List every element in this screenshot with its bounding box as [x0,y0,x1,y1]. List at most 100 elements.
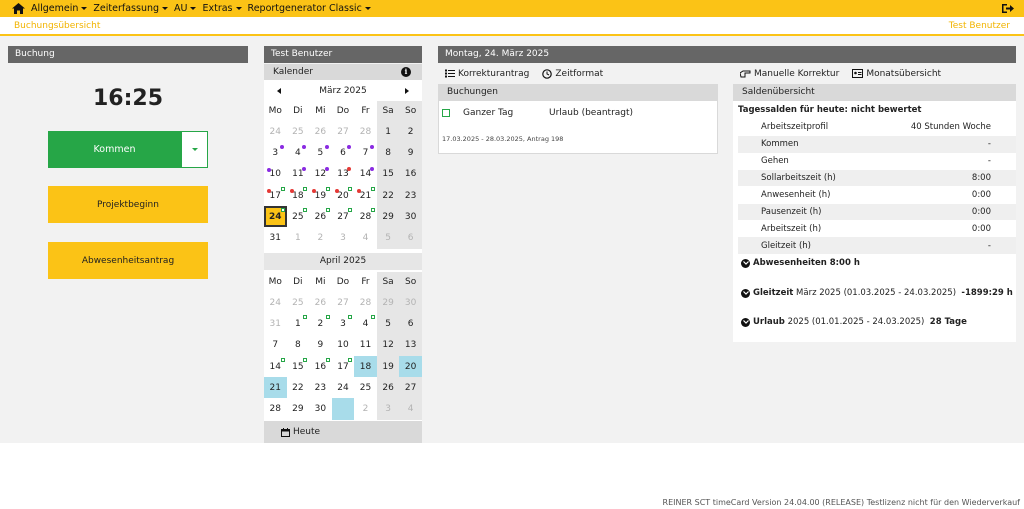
calendar-day[interactable]: 23 [399,184,422,207]
calendar-day[interactable]: 21 [264,377,287,399]
manuelle-korrektur-button[interactable]: Manuelle Korrektur [740,69,839,79]
calendar-day[interactable]: 29 [376,292,400,314]
calendar-day[interactable]: 3 [376,398,400,420]
current-user-link[interactable]: Test Benutzer [949,21,1010,31]
calendar-day[interactable]: 6 [399,227,422,249]
prev-month-icon[interactable] [277,87,281,94]
calendar-day[interactable]: 15 [287,356,310,377]
next-month-icon[interactable] [404,87,409,94]
calendar-day[interactable]: 16 [309,356,332,377]
projektbeginn-button[interactable]: Projektbeginn [48,186,208,223]
calendar-day[interactable]: 3 [264,142,287,163]
calendar-day[interactable]: 20 [399,355,422,378]
calendar-day[interactable]: 6 [332,142,355,163]
abwesenheitsantrag-button[interactable]: Abwesenheitsantrag [48,242,208,279]
menu-allgemein[interactable]: Allgemein [31,3,88,14]
menu-zeiterfassung[interactable]: Zeiterfassung [93,3,169,14]
calendar-day[interactable]: 25 [287,292,310,313]
calendar-day[interactable]: 14 [354,164,377,185]
calendar-day[interactable]: 27 [332,206,355,227]
calendar-day[interactable]: 8 [287,335,310,356]
urlaub-expander[interactable]: Urlaub 2025 (01.01.2025 - 24.03.2025) 28… [741,317,967,327]
calendar-day[interactable]: 30 [309,398,332,419]
calendar-day[interactable]: 13 [399,334,422,356]
calendar-day[interactable]: 27 [332,121,355,142]
calendar-day[interactable]: 4 [399,398,422,420]
calendar-day[interactable]: 28 [354,121,377,142]
calendar-day[interactable]: 25 [287,121,310,142]
calendar-day[interactable]: 5 [376,227,400,249]
calendar-day[interactable]: 26 [309,292,332,313]
calendar-day[interactable]: 21 [354,185,377,206]
calendar-day[interactable]: 12 [309,164,332,185]
calendar-day[interactable]: 16 [399,163,422,185]
calendar-day[interactable]: 26 [376,377,400,399]
calendar-day[interactable]: 24 [264,292,287,313]
kommen-button[interactable]: Kommen [48,131,181,168]
kommen-dropdown-toggle[interactable] [181,131,208,168]
calendar-day[interactable]: 30 [399,206,422,228]
calendar-day[interactable]: 22 [376,184,400,207]
calendar-day[interactable]: 15 [376,163,400,185]
calendar-day[interactable]: 29 [376,206,400,228]
calendar-day[interactable]: 18 [287,185,310,206]
calendar-day[interactable]: 4 [354,227,377,248]
calendar-day[interactable]: 24 [264,121,287,142]
calendar-day[interactable]: 26 [309,206,332,227]
gleitzeit-expander[interactable]: Gleitzeit März 2025 (01.03.2025 - 24.03.… [741,288,1013,298]
korrekturantrag-button[interactable]: Korrekturantrag [445,69,529,79]
calendar-day[interactable]: 2 [354,398,377,419]
calendar-day[interactable]: 20 [332,185,355,206]
calendar-day[interactable]: 5 [309,142,332,163]
menu-au[interactable]: AU [174,3,197,14]
calendar-day[interactable]: 24 [264,206,287,228]
calendar-day[interactable]: 17 [332,356,355,377]
calendar-day[interactable]: 11 [287,164,310,185]
calendar-day[interactable]: 28 [354,292,377,313]
today-button[interactable]: Heute [264,421,422,443]
info-icon[interactable]: i [401,67,411,77]
calendar-day[interactable]: 25 [287,206,310,227]
calendar-day[interactable]: 9 [399,142,422,164]
calendar-day[interactable]: 1 [287,227,310,248]
menu-reportgenerator[interactable]: Reportgenerator Classic [248,3,371,14]
home-icon[interactable] [11,3,25,14]
calendar-day[interactable]: 19 [376,355,400,378]
calendar-day[interactable]: 30 [399,292,422,314]
calendar-day[interactable] [331,398,355,420]
calendar-day[interactable]: 11 [354,335,377,356]
calendar-day[interactable]: 2 [399,121,422,143]
calendar-day[interactable]: 25 [354,377,377,398]
calendar-day[interactable]: 7 [354,142,377,163]
calendar-day[interactable]: 17 [264,185,287,206]
calendar-day[interactable]: 8 [376,142,400,164]
calendar-day[interactable]: 12 [376,334,400,356]
zeitformat-button[interactable]: Zeitformat [542,69,603,79]
logout-icon[interactable] [1002,3,1014,14]
calendar-day[interactable]: 23 [309,377,332,398]
calendar-day[interactable]: 10 [264,164,287,185]
monatsuebersicht-button[interactable]: Monatsübersicht [852,69,941,79]
calendar-day[interactable]: 6 [399,313,422,335]
calendar-day[interactable]: 7 [264,335,287,356]
calendar-day[interactable]: 3 [332,227,355,248]
entry-checkbox[interactable] [442,109,450,117]
breadcrumb[interactable]: Buchungsübersicht [14,21,100,31]
abwesenheiten-expander[interactable]: Abwesenheiten 8:00 h [741,258,860,268]
calendar-day[interactable]: 10 [332,335,355,356]
calendar-day[interactable]: 18 [354,355,377,378]
calendar-day[interactable]: 31 [264,227,287,248]
calendar-day[interactable]: 19 [309,185,332,206]
calendar-day[interactable]: 4 [287,142,310,163]
calendar-day[interactable]: 27 [332,292,355,313]
calendar-day[interactable]: 22 [287,377,310,398]
menu-extras[interactable]: Extras [202,3,242,14]
calendar-day[interactable]: 2 [309,313,332,334]
calendar-day[interactable]: 2 [309,227,332,248]
calendar-day[interactable]: 13 [332,164,355,185]
calendar-day[interactable]: 4 [354,313,377,334]
calendar-day[interactable]: 26 [309,121,332,142]
calendar-day[interactable]: 14 [264,356,287,377]
calendar-day[interactable]: 28 [354,206,377,227]
calendar-day[interactable]: 5 [376,313,400,335]
